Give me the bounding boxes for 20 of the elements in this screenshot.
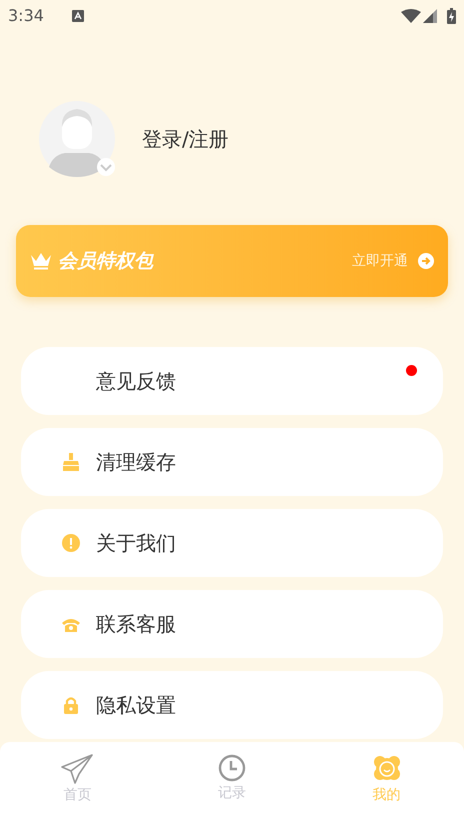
login-register-link[interactable]: 登录/注册 — [142, 124, 229, 154]
menu-item[interactable]: 清理缓存 — [21, 428, 443, 496]
exclamation-circle-icon — [62, 534, 80, 552]
padlock-icon — [62, 696, 80, 714]
signal-icon — [423, 9, 437, 23]
battery-icon — [447, 8, 456, 24]
menu-item[interactable]: 意见反馈 — [21, 347, 443, 415]
menu-item[interactable]: 联系客服 — [21, 590, 443, 658]
arrow-right-circle-icon — [418, 253, 434, 269]
wifi-icon — [401, 9, 421, 23]
chevron-down-icon — [96, 157, 116, 177]
keyboard-icon — [72, 10, 84, 22]
vip-title: 会员特权包 — [58, 248, 153, 274]
status-time: 3:34 — [8, 5, 44, 27]
paper-plane-icon — [61, 754, 94, 784]
menu-item[interactable]: 关于我们 — [21, 509, 443, 577]
crown-icon — [30, 252, 52, 270]
menu-item[interactable]: 隐私设置 — [21, 671, 443, 739]
broom-icon — [62, 453, 80, 471]
clock-icon — [218, 754, 246, 782]
